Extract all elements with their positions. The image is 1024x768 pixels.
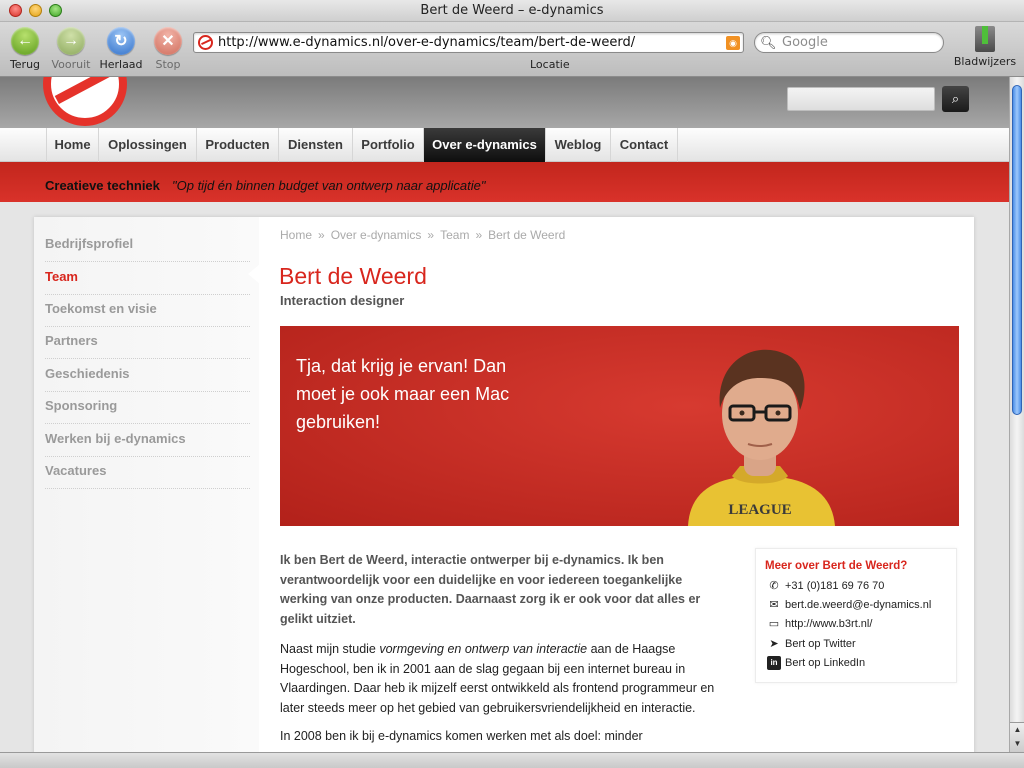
breadcrumb-over[interactable]: Over e-dynamics (331, 228, 422, 242)
sidebar-item-werken[interactable]: Werken bij e-dynamics (45, 424, 250, 457)
bookmarks-icon (975, 26, 995, 52)
sidebar-item-bedrijfsprofiel[interactable]: Bedrijfsprofiel (45, 229, 250, 262)
forward-arrow-icon: → (57, 27, 85, 55)
stop-icon: ✕ (154, 27, 182, 55)
stop-button[interactable]: ✕ Stop (143, 27, 193, 71)
search-icon: ⌕ (951, 91, 960, 106)
breadcrumb-team[interactable]: Team (440, 228, 469, 242)
twitter-bird-icon: ➤ (769, 638, 779, 650)
tagline-quote: "Op tijd én binnen budget van ontwerp na… (172, 178, 486, 193)
paragraph-text: Naast mijn studie (280, 642, 380, 656)
browser-search-field[interactable]: 🔍︎ Google (754, 32, 944, 53)
twitter-link[interactable]: Bert op Twitter (785, 638, 856, 650)
site-search-input[interactable] (787, 87, 935, 111)
job-title: Interaction designer (280, 293, 405, 308)
mail-icon: ✉ (769, 599, 779, 611)
reload-icon: ↻ (107, 27, 135, 55)
reload-button[interactable]: ↻ Herlaad (96, 27, 146, 71)
status-bar (0, 752, 1024, 768)
vertical-scrollbar[interactable]: ▲ ▼ (1009, 77, 1024, 752)
contact-twitter[interactable]: ➤ Bert op Twitter (767, 637, 957, 653)
nav-producten[interactable]: Producten (196, 128, 278, 162)
hero-quote: Tja, dat krijg je ervan! Dan moet je ook… (296, 356, 510, 432)
address-bar[interactable]: http://www.e-dynamics.nl/over-e-dynamics… (193, 32, 744, 53)
phone-number: +31 (0)181 69 76 70 (785, 580, 885, 592)
phone-icon: ✆ (769, 580, 779, 592)
scrollbar-thumb[interactable] (1012, 85, 1022, 415)
contact-box-title: Meer over Bert de Weerd? (765, 560, 908, 572)
e-dynamics-logo[interactable] (43, 77, 127, 126)
browser-toolbar: ← Terug → Vooruit ↻ Herlaad ✕ Stop http:… (0, 22, 1024, 77)
shirt-print: LEAGUE (728, 502, 791, 518)
portrait-photo: LEAGUE (688, 349, 835, 526)
nav-diensten[interactable]: Diensten (278, 128, 352, 162)
contact-email[interactable]: ✉ bert.de.weerd@e-dynamics.nl (767, 598, 957, 614)
nav-contact[interactable]: Contact (610, 128, 678, 162)
window-titlebar: Bert de Weerd – e-dynamics (0, 0, 1024, 22)
breadcrumb-separator: » (318, 228, 325, 242)
intro-paragraph: Ik ben Bert de Weerd, interactie ontwerp… (280, 553, 701, 626)
nav-over-e-dynamics[interactable]: Over e-dynamics (423, 128, 545, 168)
sidebar-item-toekomst[interactable]: Toekomst en visie (45, 294, 250, 327)
contact-phone: ✆ +31 (0)181 69 76 70 (767, 579, 957, 595)
sidebar-item-sponsoring[interactable]: Sponsoring (45, 391, 250, 424)
nav-oplossingen[interactable]: Oplossingen (98, 128, 196, 162)
tagline-title: Creatieve techniek (45, 178, 160, 193)
search-icon: 🔍︎ (760, 35, 777, 50)
forward-button[interactable]: → Vooruit (46, 27, 96, 71)
back-label: Terug (9, 58, 41, 71)
stop-label: Stop (155, 58, 181, 71)
search-placeholder: Google (782, 35, 828, 50)
forward-label: Vooruit (51, 58, 91, 71)
address-text: http://www.e-dynamics.nl/over-e-dynamics… (218, 35, 636, 50)
site-search-button[interactable]: ⌕ (942, 86, 969, 112)
paragraph-emphasis: vormgeving en ontwerp van interactie (379, 642, 588, 656)
breadcrumb-separator: » (475, 228, 483, 242)
sidebar-item-geschiedenis[interactable]: Geschiedenis (45, 359, 250, 392)
email-link[interactable]: bert.de.weerd@e-dynamics.nl (785, 599, 931, 611)
monitor-icon: ▭ (768, 618, 780, 630)
rss-icon[interactable]: ◉ (726, 36, 740, 50)
main-navigation: Home Oplossingen Producten Diensten Port… (0, 128, 1009, 168)
sidebar-active-pointer (248, 264, 260, 284)
sidebar-item-team[interactable]: Team (45, 262, 250, 295)
back-arrow-icon: ← (11, 27, 39, 55)
breadcrumb: Home » Over e-dynamics » Team » Bert de Weerd (280, 228, 571, 242)
page-viewport: ⌕ Home Oplossingen Producten Diensten Po… (0, 77, 1009, 752)
breadcrumb-current: Bert de Weerd (488, 228, 566, 242)
address-label: Locatie (530, 58, 570, 71)
breadcrumb-separator: » (427, 228, 435, 242)
linkedin-icon: in (767, 656, 781, 670)
breadcrumb-home[interactable]: Home (280, 228, 312, 242)
site-header: ⌕ (0, 77, 1009, 128)
contact-website[interactable]: ▭ http://www.b3rt.nl/ (767, 617, 957, 633)
site-favicon-icon (198, 35, 213, 50)
body-paragraph-1: Naast mijn studie vormgeving en ontwerp … (280, 640, 725, 718)
nav-portfolio[interactable]: Portfolio (352, 128, 423, 162)
window-title: Bert de Weerd – e-dynamics (420, 3, 604, 18)
nav-weblog[interactable]: Weblog (545, 128, 610, 162)
scroll-arrows[interactable]: ▲ ▼ (1010, 722, 1024, 752)
website-link[interactable]: http://www.b3rt.nl/ (785, 618, 872, 630)
linkedin-link[interactable]: Bert op LinkedIn (785, 657, 865, 669)
contact-linkedin[interactable]: in Bert op LinkedIn (767, 656, 957, 672)
bookmarks-label: Bladwijzers (953, 55, 1017, 68)
bookmarks-button[interactable]: Bladwijzers (952, 26, 1018, 68)
hero-banner: Tja, dat krijg je ervan! Dan moet je ook… (280, 326, 959, 526)
nav-home[interactable]: Home (46, 128, 98, 162)
page-title: Bert de Weerd (279, 263, 427, 289)
sidebar-item-vacatures[interactable]: Vacatures (45, 456, 250, 489)
sidebar-item-partners[interactable]: Partners (45, 326, 250, 359)
reload-label: Herlaad (99, 58, 143, 71)
back-button[interactable]: ← Terug (0, 27, 50, 71)
body-paragraph-2: In 2008 ben ik bij e-dynamics komen werk… (280, 729, 643, 743)
